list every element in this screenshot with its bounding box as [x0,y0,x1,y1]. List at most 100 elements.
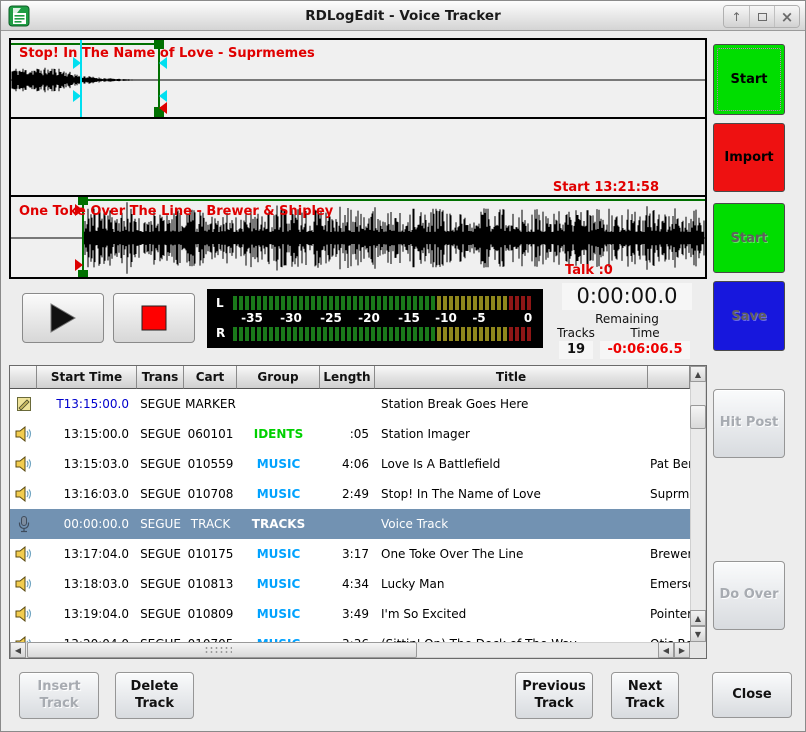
meter-segment [407,327,411,341]
meter-segment [407,296,411,310]
insert-track-button[interactable]: Insert Track [19,672,99,719]
maximize-window-button[interactable] [749,6,774,27]
cell-group [237,389,320,419]
vertical-scrollbar-thumb[interactable] [690,405,706,429]
column-header-length[interactable]: Length [320,366,375,389]
horizontal-scrollbar-thumb[interactable] [27,642,417,658]
meter-segment [317,327,321,341]
scrollbar-corner [690,642,706,658]
start-recording-button[interactable]: Start [713,44,785,115]
cell-title: (Sittin' On) The Dock of The Way [375,629,648,642]
scroll-left-button-right[interactable]: ◀ [658,642,674,658]
cell-cart: 010559 [184,449,237,479]
cell-group: MUSIC [237,629,320,642]
meter-segment [257,327,261,341]
meter-segment [371,296,375,310]
cell-start-time: 13:18:03.0 [37,569,137,599]
meter-segment [419,327,423,341]
voice-tracker-waveform-canvas[interactable]: Stop! In The Name of Love - Suprmemes St… [9,38,707,279]
close-window-button[interactable]: × [774,6,799,27]
remaining-time-value: -0:06:06.5 [600,341,690,359]
meter-segment [503,296,507,310]
column-header-group[interactable]: Group [237,366,320,389]
meter-segment [383,327,387,341]
next-track-button[interactable]: Next Track [611,672,679,719]
log-row[interactable]: 13:20:04.0SEGUE010705MUSIC3:36(Sittin' O… [10,629,690,642]
speaker-icon [10,629,37,642]
log-row[interactable]: 13:18:03.0SEGUE010813MUSIC4:34Lucky ManE… [10,569,690,599]
remaining-tracks-value: 19 [559,341,593,359]
cell-start-time: 13:15:03.0 [37,449,137,479]
log-row[interactable]: 13:15:00.0SEGUE060101IDENTS:05Station Im… [10,419,690,449]
cell-title: Love Is A Battlefield [375,449,648,479]
scroll-down-button[interactable]: ▼ [690,626,706,642]
column-header-title[interactable]: Title [375,366,648,389]
log-row[interactable]: 13:15:03.0SEGUE010559MUSIC4:06Love Is A … [10,449,690,479]
rdlogedit-voice-tracker-window: RDLogEdit - Voice Tracker ↑ × [0,0,806,732]
delete-track-button[interactable]: Delete Track [115,672,194,719]
shade-window-button[interactable]: ↑ [724,6,749,27]
previous-track-button[interactable]: Previous Track [515,672,593,719]
meter-segment [329,327,333,341]
titlebar[interactable]: RDLogEdit - Voice Tracker ↑ × [1,1,805,31]
do-over-button[interactable]: Do Over [713,561,785,630]
meter-segment [461,327,465,341]
meter-segment [455,296,459,310]
meter-segment [299,327,303,341]
meter-segment [239,327,243,341]
hit-post-button[interactable]: Hit Post [713,389,785,458]
cell-cart: TRACK [184,509,237,539]
meter-scale-tick: -10 [435,311,457,325]
scroll-left-button[interactable]: ◀ [10,642,26,658]
track1-title-label: Stop! In The Name of Love - Suprmemes [19,46,315,61]
scroll-up-button-bottom[interactable]: ▲ [690,610,706,626]
meter-segment [431,327,435,341]
meter-segment [425,327,429,341]
cell-group: MUSIC [237,479,320,509]
meter-segment [377,296,381,310]
cell-title: Voice Track [375,509,648,539]
start-next-button[interactable]: Start [713,203,785,273]
cell-title: Lucky Man [375,569,648,599]
meter-segment [485,296,489,310]
speaker-icon [10,539,37,569]
column-header-blank[interactable] [648,366,690,389]
audio-level-meter: L R -35-30-25-20-15-10-50 [207,289,543,348]
close-button[interactable]: Close [712,672,792,718]
column-header-trans[interactable]: Trans [137,366,184,389]
column-header-cart[interactable]: Cart [184,366,237,389]
meter-segment [347,296,351,310]
meter-segment [467,327,471,341]
log-row-selected[interactable]: 00:00:00.0SEGUETRACKTRACKSVoice Track [10,509,690,539]
play-button[interactable] [22,293,104,343]
meter-segment [509,296,513,310]
meter-segment [275,296,279,310]
save-button[interactable]: Save [713,281,785,351]
log-row[interactable]: 13:16:03.0SEGUE010708MUSIC2:49Stop! In T… [10,479,690,509]
log-table-rows: T13:15:00.0SEGUEMARKERStation Break Goes… [10,389,690,642]
log-row[interactable]: 13:19:04.0SEGUE010809MUSIC3:49I'm So Exc… [10,599,690,629]
meter-segment [323,296,327,310]
log-row[interactable]: 13:17:04.0SEGUE010175MUSIC3:17One Toke O… [10,539,690,569]
column-header-start-time[interactable]: Start Time [37,366,137,389]
cell-length: 3:49 [320,599,375,629]
cell-group: IDENTS [237,419,320,449]
meter-segment [449,296,453,310]
scroll-up-button[interactable]: ▲ [690,366,706,382]
stop-button[interactable] [113,293,195,343]
talk-time-label: Talk :0 [565,263,613,278]
log-row[interactable]: T13:15:00.0SEGUEMARKERStation Break Goes… [10,389,690,419]
cell-trans: SEGUE [137,479,184,509]
log-event-table: Start TimeTransCartGroupLengthTitle T13:… [9,365,707,659]
meter-segment [251,327,255,341]
scroll-right-button[interactable]: ▶ [674,642,690,658]
import-button[interactable]: Import [713,123,785,192]
meter-segment [233,296,237,310]
column-header-blank[interactable] [10,366,37,389]
meter-segment [419,296,423,310]
meter-segment [473,327,477,341]
meter-segment [371,327,375,341]
cell-length: 4:34 [320,569,375,599]
meter-right-label: R [216,326,225,340]
cell-artist: Pointer Sist [648,599,690,629]
